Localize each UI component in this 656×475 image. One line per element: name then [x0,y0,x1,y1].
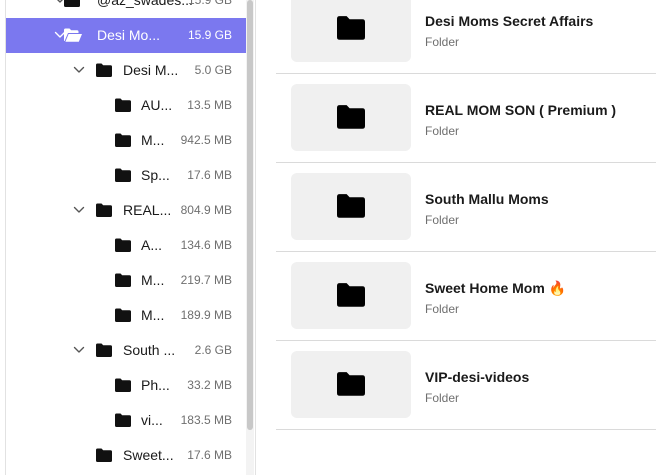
tree-row-label: @az_swades... [97,0,193,8]
tree-row-size: 183.5 MB [180,413,232,427]
tree-row-label: South ... [123,342,176,358]
tree-row-label: REAL... [123,202,172,218]
folder-icon [115,238,131,252]
tree-row[interactable]: Desi Mo... 15.9 GB [6,18,246,53]
tree-row-label: Sweet... [123,447,174,463]
tree-row[interactable]: @az_swades... 15.9 GB [6,0,246,18]
folder-contents-list: Desi Moms Secret Affairs Folder REAL MOM S… [276,0,656,475]
tree-row[interactable]: AU... 13.5 MB [6,88,246,123]
folder-icon [115,168,131,182]
folder-name[interactable]: South Mallu Moms [425,191,549,207]
folder-type-label: Folder [425,213,460,227]
folder-thumbnail[interactable] [291,262,411,329]
folder-name[interactable]: Desi Moms Secret Affairs [425,13,593,29]
folder-thumbnail[interactable] [291,0,411,62]
folder-type-label: Folder [425,302,460,316]
folder-icon [64,0,80,7]
folder-icon [96,203,112,217]
tree-row[interactable]: A... 134.6 MB [6,228,246,263]
tree-scrollbar-thumb[interactable] [247,0,253,430]
folder-icon [115,308,131,322]
tree-row[interactable]: M... 189.9 MB [6,298,246,333]
folder-icon [96,343,112,357]
chevron-down-icon[interactable] [72,203,86,217]
tree-row-label: A... [141,237,163,253]
folder-icon [337,371,365,401]
tree-row[interactable]: REAL... 804.9 MB [6,193,246,228]
tree-row-size: 13.5 MB [187,98,232,112]
folder-name[interactable]: REAL MOM SON ( Premium ) [425,102,616,118]
folder-icon [337,15,365,45]
tree-row[interactable]: Desi M... 5.0 GB [6,53,246,88]
folder-open-icon [64,28,82,42]
folder-icon [115,98,131,112]
folder-tree-panel: @az_swades... 15.9 GB Desi Mo... 15.9 GB Des… [0,0,256,475]
tree-row[interactable]: Ph... 33.2 MB [6,368,246,403]
folder-icon [337,282,365,312]
folder-type-label: Folder [425,124,460,138]
folder-icon [115,378,131,392]
tree-row-size: 134.6 MB [180,238,232,252]
tree-row-size: 219.7 MB [180,273,232,287]
tree-row-size: 33.2 MB [187,378,232,392]
tree-row-label: Desi M... [123,62,179,78]
tree-row-label: M... [141,272,165,288]
tree-row-label: Ph... [141,377,170,393]
folder-list-item[interactable]: Sweet Home Mom 🔥 Folder [276,252,656,341]
panel-divider [255,0,256,475]
folder-icon [96,448,112,462]
folder-name[interactable]: Sweet Home Mom 🔥 [425,280,566,297]
tree-row-size: 15.9 GB [187,0,232,7]
tree-row-size: 5.0 GB [194,63,232,77]
folder-list-item[interactable]: VIP-desi-videos Folder [276,341,656,430]
tree-row[interactable]: South ... 2.6 GB [6,333,246,368]
tree-row-label: AU... [141,97,173,113]
tree-row-label: vi... [141,412,163,428]
folder-list-item[interactable]: South Mallu Moms Folder [276,163,656,252]
folder-thumbnail[interactable] [291,173,411,240]
folder-type-label: Folder [425,391,460,405]
tree-row-size: 17.6 MB [187,168,232,182]
tree-row-size: 942.5 MB [180,133,232,147]
tree-row[interactable]: Sweet... 17.6 MB [6,438,246,473]
tree-row-size: 17.6 MB [187,448,232,462]
list-separator [276,429,656,430]
tree-row-size: 2.6 GB [194,343,232,357]
tree-row-label: Desi Mo... [97,27,161,43]
tree-row[interactable]: M... 219.7 MB [6,263,246,298]
folder-icon [96,63,112,77]
folder-list-item[interactable]: REAL MOM SON ( Premium ) Folder [276,74,656,163]
tree-row-size: 15.9 GB [187,28,232,42]
tree-row[interactable]: M... 942.5 MB [6,123,246,158]
folder-thumbnail[interactable] [291,351,411,418]
folder-list-item[interactable]: Desi Moms Secret Affairs Folder [276,0,656,74]
tree-row[interactable]: Sp... 17.6 MB [6,158,246,193]
folder-icon [337,104,365,134]
tree-row-label: M... [141,132,165,148]
chevron-down-icon[interactable] [72,343,86,357]
folder-type-label: Folder [425,35,460,49]
folder-thumbnail[interactable] [291,84,411,151]
tree-row-size: 189.9 MB [180,308,232,322]
tree-row-size: 804.9 MB [180,203,232,217]
tree-row-label: M... [141,307,165,323]
folder-icon [115,273,131,287]
chevron-down-icon[interactable] [72,63,86,77]
folder-icon [337,193,365,223]
folder-icon [115,413,131,427]
tree-row-label: Sp... [141,167,170,183]
folder-icon [115,133,131,147]
tree-scrollbar[interactable] [246,0,254,475]
tree-row[interactable]: vi... 183.5 MB [6,403,246,438]
folder-name[interactable]: VIP-desi-videos [425,369,529,385]
